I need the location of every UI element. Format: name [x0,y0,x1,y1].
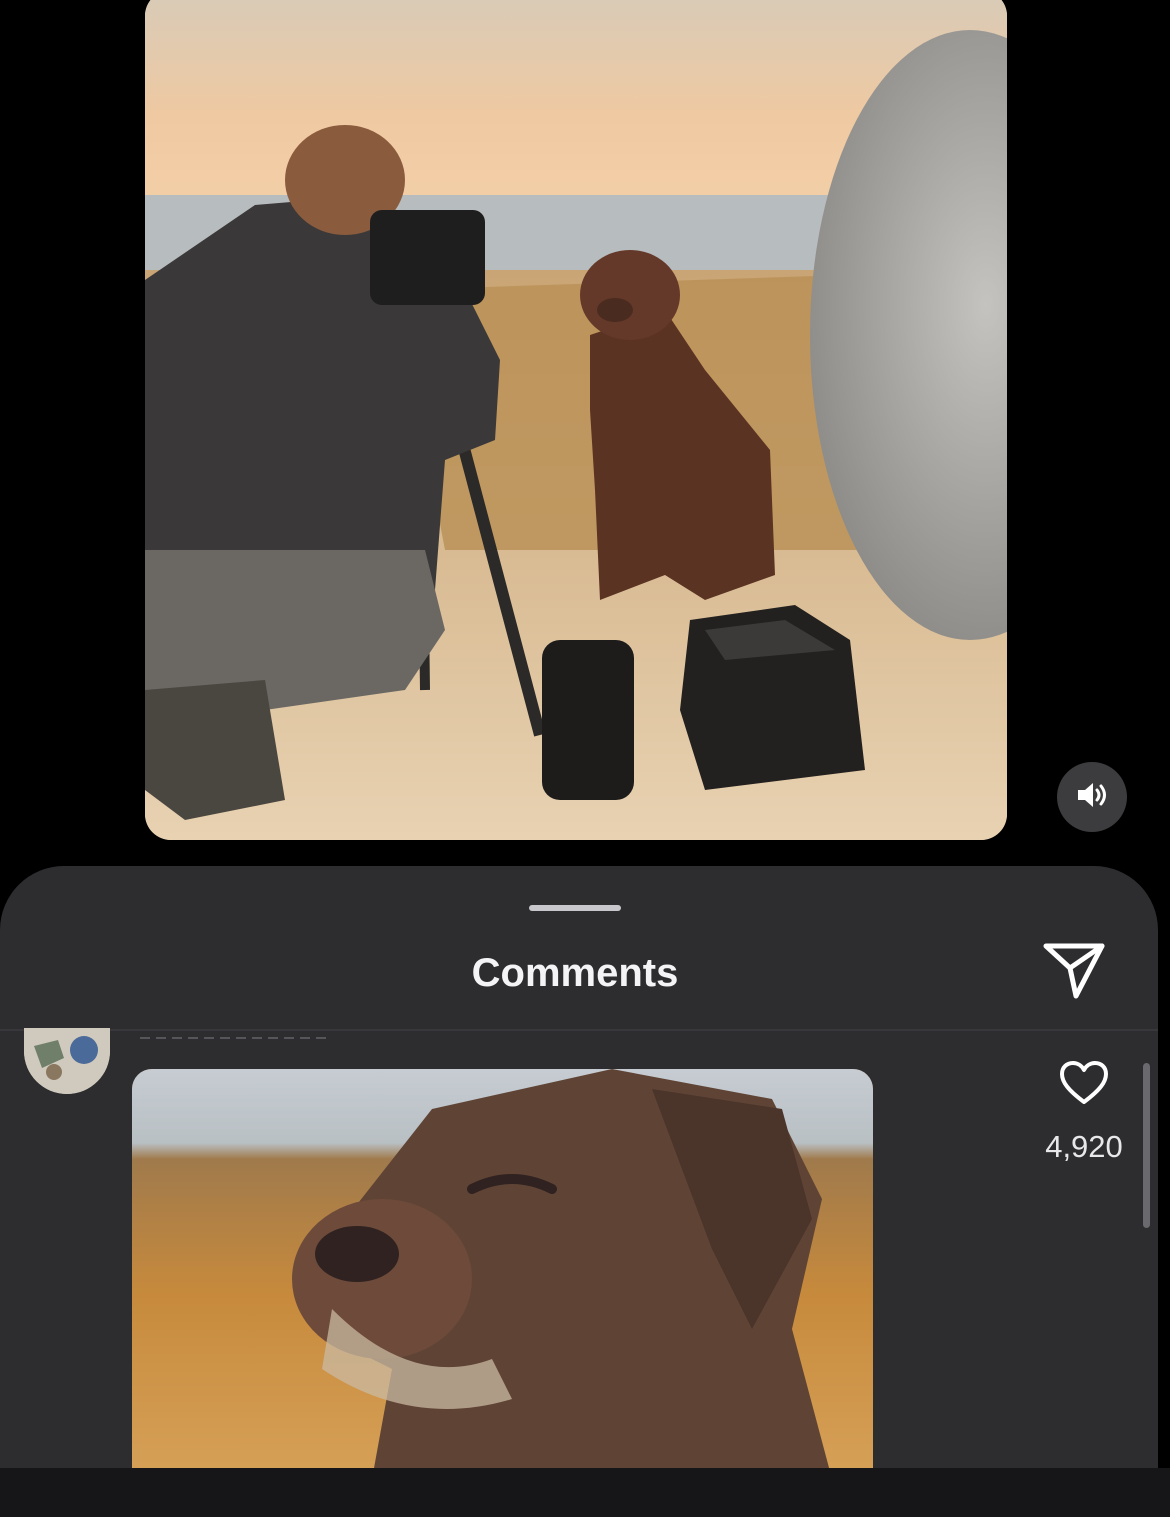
heart-outline-icon [1058,1061,1110,1110]
sheet-title: Comments [471,951,679,995]
paper-plane-icon [1040,943,1108,1006]
faded-username-line [140,1037,330,1039]
comment-media[interactable] [132,1069,873,1479]
speaker-volume-icon [1075,780,1109,815]
video-frame-image [145,0,1007,840]
share-button[interactable] [1040,938,1108,1002]
bottom-bar [0,1468,1170,1517]
sheet-drag-handle[interactable] [529,905,621,911]
mute-toggle-button[interactable] [1057,762,1127,832]
divider [0,1029,1158,1031]
like-count: 4,920 [1045,1129,1123,1164]
scrollbar[interactable] [1143,1063,1150,1228]
reel-video-area [0,0,1170,900]
comment-media-image [132,1069,873,1479]
like-comment-button[interactable] [1058,1060,1110,1106]
reel-video[interactable] [145,0,1007,840]
